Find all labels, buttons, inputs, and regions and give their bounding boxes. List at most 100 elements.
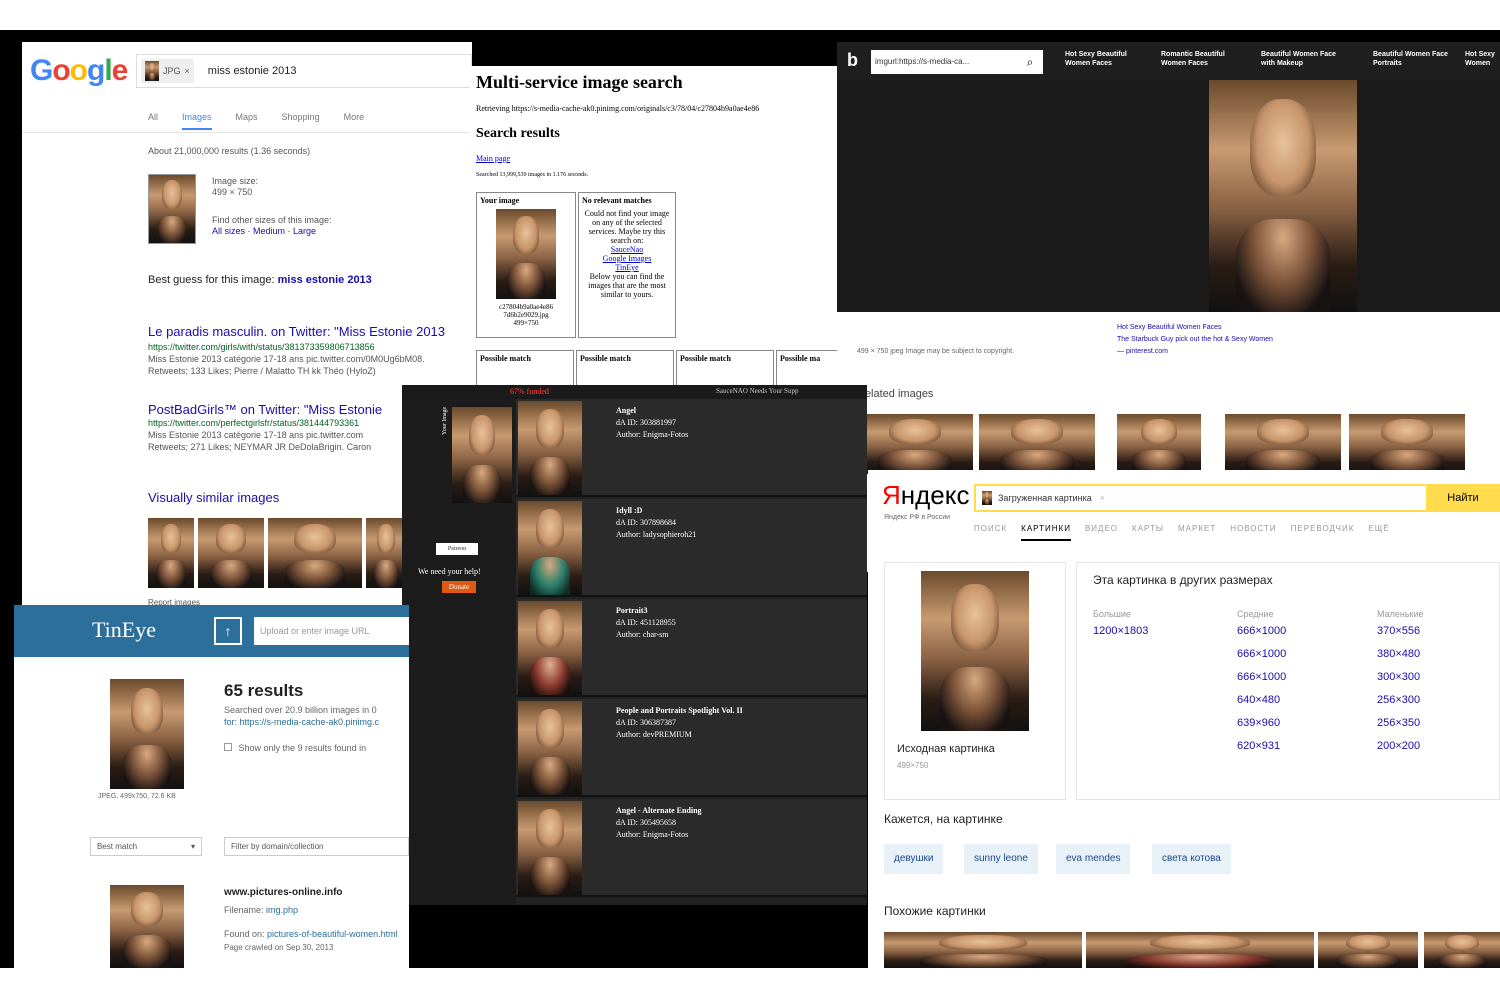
size-link[interactable]: 666×1000 xyxy=(1237,648,1286,660)
patreon-button[interactable]: Patreon xyxy=(436,543,478,555)
tag-button[interactable]: eva mendes xyxy=(1056,844,1131,874)
best-guess-link[interactable]: miss estonie 2013 xyxy=(278,274,372,286)
source-desc[interactable]: The Starbuck Guy pick out the hot & Sexy… xyxy=(1117,336,1273,343)
tab-maps[interactable]: КАРТЫ xyxy=(1132,524,1164,541)
size-link[interactable]: 666×1000 xyxy=(1237,625,1286,637)
tab-all[interactable]: All xyxy=(148,112,158,130)
result-title[interactable]: People and Portraits Spotlight Vol. II xyxy=(616,706,743,715)
match-site[interactable]: www.pictures-online.info xyxy=(224,887,343,898)
tab-more[interactable]: ЕЩЁ xyxy=(1368,524,1389,541)
source-title[interactable]: Hot Sexy Beautiful Women Faces xyxy=(1117,324,1222,331)
result-title[interactable]: PostBadGirls™ on Twitter: "Miss Estonie xyxy=(148,402,382,417)
size-link[interactable]: 380×480 xyxy=(1377,648,1420,660)
category-link[interactable]: Romantic Beautiful Women Faces xyxy=(1161,50,1245,68)
searched-url[interactable]: for: https://s-media-cache-ak0.pinimg.c xyxy=(224,717,379,727)
size-link[interactable]: 620×931 xyxy=(1237,740,1280,752)
result-thumbnail[interactable] xyxy=(518,601,582,695)
result-title[interactable]: Angel xyxy=(616,406,636,415)
image-query-chip[interactable]: JPG × xyxy=(141,59,194,83)
related-image[interactable] xyxy=(1349,414,1465,474)
tag-button[interactable]: света котова xyxy=(1152,844,1231,874)
yandex-logo[interactable]: Яндекс xyxy=(882,480,969,511)
donate-button[interactable]: Donate xyxy=(442,581,476,593)
category-link[interactable]: Beautiful Women Face Portraits xyxy=(1373,50,1457,68)
filter-input[interactable]: Filter by domain/collection xyxy=(224,837,409,856)
tab-video[interactable]: ВИДЕО xyxy=(1085,524,1118,541)
upload-icon[interactable]: ↑ xyxy=(214,617,242,645)
similar-image[interactable] xyxy=(1424,932,1500,968)
search-button[interactable]: Найти xyxy=(1426,484,1500,512)
category-link[interactable]: Hot Sexy Women xyxy=(1465,50,1500,68)
similar-image[interactable] xyxy=(148,518,194,588)
result-row[interactable]: Angel - Alternate Ending dA ID: 30549565… xyxy=(516,799,867,897)
tineye-link[interactable]: TinEye xyxy=(582,263,672,272)
saucenao-link[interactable]: SauceNao xyxy=(582,245,672,254)
result-thumbnail[interactable] xyxy=(518,401,582,495)
size-link[interactable]: 370×556 xyxy=(1377,625,1420,637)
similar-image[interactable] xyxy=(268,518,362,588)
size-link[interactable]: 256×350 xyxy=(1377,717,1420,729)
sort-select[interactable]: Best match ▾ xyxy=(90,837,202,856)
result-row[interactable]: Angel dA ID: 303881997 Author: Enigma-Fo… xyxy=(516,399,867,497)
similar-image[interactable] xyxy=(884,932,1082,968)
size-link[interactable]: 640×480 xyxy=(1237,694,1280,706)
size-link[interactable]: 666×1000 xyxy=(1237,671,1286,683)
related-image[interactable] xyxy=(979,414,1095,474)
main-page-link[interactable]: Main page xyxy=(476,154,510,163)
result-thumbnail[interactable] xyxy=(518,501,582,595)
similar-image[interactable] xyxy=(1086,932,1314,968)
other-sizes-links[interactable]: All sizes · Medium · Large xyxy=(212,226,316,236)
category-link[interactable]: Hot Sexy Beautiful Women Faces xyxy=(1065,50,1149,68)
search-icon[interactable]: ⌕ xyxy=(1017,50,1043,74)
size-link[interactable]: 639×960 xyxy=(1237,717,1280,729)
similar-image[interactable] xyxy=(1318,932,1418,968)
search-query-text[interactable]: miss estonie 2013 xyxy=(208,65,297,77)
source-site[interactable]: — pinterest.com xyxy=(1117,348,1168,355)
size-link[interactable]: 256×300 xyxy=(1377,694,1420,706)
result-thumbnail[interactable] xyxy=(518,801,582,895)
yandex-search-input[interactable]: Загруженная картинка × xyxy=(974,484,1428,512)
filter-checkbox-row[interactable]: Show only the 9 results found in xyxy=(224,743,366,753)
tab-shopping[interactable]: Shopping xyxy=(282,112,320,130)
checkbox[interactable] xyxy=(224,743,232,751)
result-title[interactable]: Le paradis masculin. on Twitter: "Miss E… xyxy=(148,324,445,339)
category-link[interactable]: Beautiful Women Face with Makeup xyxy=(1261,50,1345,68)
close-icon[interactable]: × xyxy=(185,66,190,76)
google-search-box[interactable]: JPG × miss estonie 2013 xyxy=(136,54,472,88)
size-link[interactable]: 300×300 xyxy=(1377,671,1420,683)
tab-translator[interactable]: ПЕРЕВОДЧИК xyxy=(1291,524,1355,541)
original-image[interactable] xyxy=(921,571,1029,731)
result-title[interactable]: Angel - Alternate Ending xyxy=(616,806,702,815)
filename-link[interactable]: img.php xyxy=(266,905,298,915)
bing-logo[interactable]: b xyxy=(847,50,858,71)
url-input[interactable]: Upload or enter image URL xyxy=(254,617,409,645)
tab-more[interactable]: More xyxy=(344,112,365,130)
your-image-thumbnail[interactable] xyxy=(496,209,556,299)
related-image[interactable] xyxy=(857,414,973,474)
tag-button[interactable]: sunny leone xyxy=(964,844,1038,874)
result-row[interactable]: People and Portraits Spotlight Vol. II d… xyxy=(516,699,867,797)
tab-maps[interactable]: Maps xyxy=(236,112,258,130)
size-link[interactable]: 200×200 xyxy=(1377,740,1420,752)
tineye-logo[interactable]: TinEye xyxy=(92,617,156,643)
result-row[interactable]: Portrait3 dA ID: 451128955 Author: char-… xyxy=(516,599,867,697)
your-image-thumbnail[interactable] xyxy=(452,407,512,503)
tab-news[interactable]: НОВОСТИ xyxy=(1230,524,1276,541)
tab-images[interactable]: Images xyxy=(182,112,212,130)
found-link[interactable]: pictures-of-beautiful-women.html xyxy=(267,929,398,939)
close-icon[interactable]: × xyxy=(1100,493,1105,503)
google-images-link[interactable]: Google Images xyxy=(582,254,672,263)
tag-button[interactable]: девушки xyxy=(884,844,944,874)
result-thumbnail[interactable] xyxy=(518,701,582,795)
result-title[interactable]: Idyll :D xyxy=(616,506,642,515)
tab-market[interactable]: МАРКЕТ xyxy=(1178,524,1216,541)
query-image-thumbnail[interactable] xyxy=(148,174,196,244)
result-title[interactable]: Portrait3 xyxy=(616,606,648,615)
result-row[interactable]: Idyll :D dA ID: 307898684 Author: ladyso… xyxy=(516,499,867,597)
size-link[interactable]: 1200×1803 xyxy=(1093,625,1148,637)
google-logo[interactable]: Google xyxy=(30,54,128,88)
similar-images-heading[interactable]: Visually similar images xyxy=(148,490,279,505)
main-image[interactable] xyxy=(1209,80,1357,312)
similar-image[interactable] xyxy=(366,518,406,588)
related-image[interactable] xyxy=(1117,414,1201,474)
